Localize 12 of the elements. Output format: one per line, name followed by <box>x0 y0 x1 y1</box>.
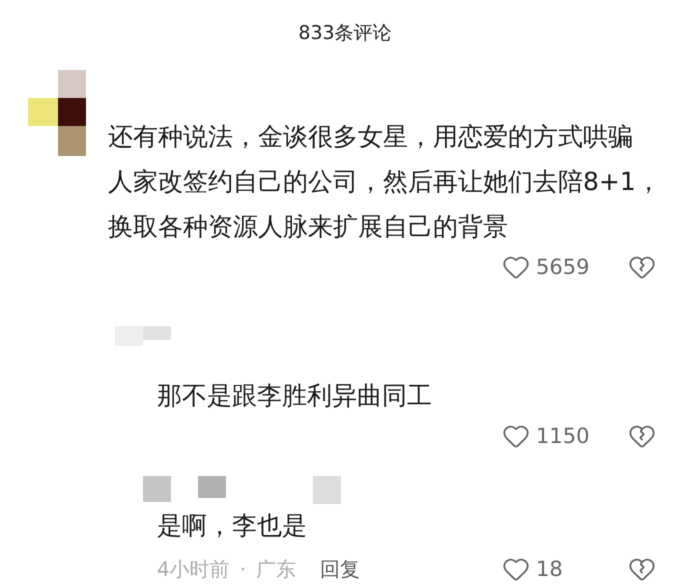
comment-text: 还有种说法，金谈很多女星，用恋爱的方式哄骗 人家改签约自己的公司，然后再让她们去陪8+1， 换取各种资源人脉来扩展自己的背景 <box>108 121 662 243</box>
comment-text: 是啊，李也是 <box>157 510 308 542</box>
separator-dot: · <box>240 557 246 581</box>
comment-location: 广东 <box>256 556 296 582</box>
reply-link[interactable]: 回复 <box>320 556 360 582</box>
comment-count-title: 833条评论 <box>297 21 393 46</box>
like-count: 1150 <box>536 424 590 448</box>
like-count: 5659 <box>536 255 590 279</box>
like-count: 18 <box>536 557 564 581</box>
comment-time: 4小时前 <box>157 556 230 582</box>
pixelated-name <box>115 326 171 346</box>
comment-text: 那不是跟李胜利异曲同工 <box>157 380 433 412</box>
